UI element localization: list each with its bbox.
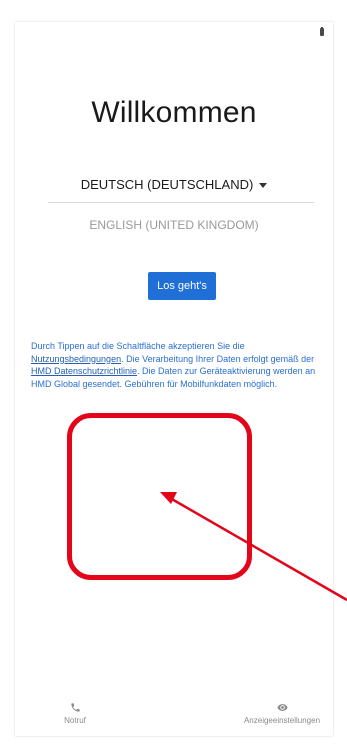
language-divider	[48, 202, 314, 203]
consent-text-2: . Die Verarbeitung Ihrer Daten erfolgt g…	[121, 353, 315, 364]
display-settings-label: Anzeigeeinstellungen	[243, 716, 321, 725]
annotation-highlight-box	[67, 413, 252, 580]
bottom-nav: Notruf Anzeigeeinstellungen	[15, 702, 333, 736]
setup-screen: Willkommen DEUTSCH (DEUTSCHLAND) ENGLISH…	[15, 22, 333, 736]
privacy-link[interactable]: HMD Datenschutzrichtlinie	[31, 366, 137, 376]
page-title: Willkommen	[91, 96, 257, 129]
language-option-english[interactable]: ENGLISH (UNITED KINGDOM)	[15, 218, 333, 232]
language-dropdown[interactable]: DEUTSCH (DEUTSCHLAND)	[15, 177, 333, 192]
phone-icon	[70, 703, 80, 712]
chevron-down-icon	[259, 183, 268, 189]
battery-icon	[320, 27, 324, 36]
consent-text: Durch Tippen auf die Schaltfläche akzept…	[31, 340, 321, 390]
eye-icon	[276, 704, 288, 711]
start-button[interactable]: Los geht's	[148, 272, 216, 300]
emergency-call-label: Notruf	[64, 716, 86, 725]
language-selected-label: DEUTSCH (DEUTSCHLAND)	[80, 177, 254, 192]
emergency-call-button[interactable]: Notruf	[55, 702, 95, 725]
consent-text-1: Durch Tippen auf die Schaltfläche akzept…	[31, 341, 245, 351]
display-settings-button[interactable]: Anzeigeeinstellungen	[237, 702, 327, 725]
terms-link[interactable]: Nutzungsbedingungen	[31, 354, 121, 364]
